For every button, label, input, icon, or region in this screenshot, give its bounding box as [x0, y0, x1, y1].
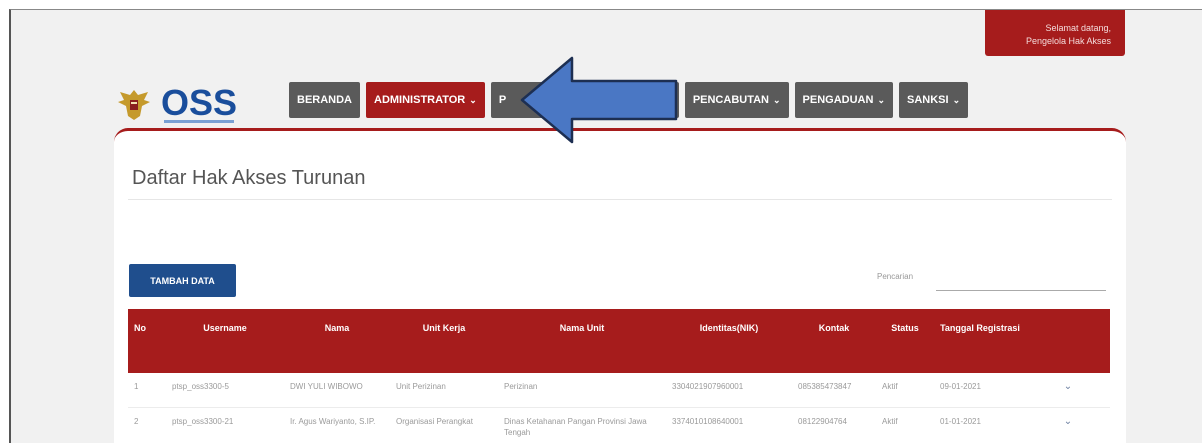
access-table: No Username Nama Unit Kerja Nama Unit Id…: [128, 309, 1110, 443]
expand-chevron-icon[interactable]: ⌄: [1026, 373, 1110, 408]
title-divider: [128, 199, 1112, 200]
nav-administrator[interactable]: ADMINISTRATOR ⌄: [366, 82, 485, 118]
greeting-line-2: Pengelola Hak Akses: [1025, 36, 1111, 46]
greeting-badge[interactable]: Selamat datang, Pengelola Hak Akses: [985, 10, 1125, 56]
cell-status: Aktif: [876, 407, 934, 443]
cell-status: Aktif: [876, 373, 934, 408]
page-title: Daftar Hak Akses Turunan: [132, 167, 366, 189]
table-row[interactable]: 2 ptsp_oss3300-21 Ir. Agus Wariyanto, S.…: [128, 407, 1110, 443]
garuda-emblem-icon: [118, 90, 150, 120]
add-data-button[interactable]: TAMBAH DATA: [129, 264, 236, 297]
cell-kontak: 085385473847: [792, 373, 876, 408]
expand-chevron-icon[interactable]: ⌄: [1026, 407, 1110, 443]
arrow-left-icon: [520, 56, 678, 144]
cell-no: 2: [128, 407, 166, 443]
cell-username: ptsp_oss3300-21: [166, 407, 284, 443]
nav-label: P: [498, 94, 507, 106]
search-label: Pencarian: [877, 272, 914, 281]
cell-nik: 3304021907960001: [666, 373, 792, 408]
cell-no: 1: [128, 373, 166, 408]
nav-label: PENCABUTAN: [692, 94, 769, 106]
cell-nik: 3374010108640001: [666, 407, 792, 443]
col-header-status[interactable]: Status: [876, 309, 934, 373]
browser-frame: Selamat datang, Pengelola Hak Akses OSS …: [9, 9, 1202, 443]
table-row[interactable]: 1 ptsp_oss3300-5 DWI YULI WIBOWO Unit Pe…: [128, 373, 1110, 408]
col-header-no[interactable]: No: [128, 309, 166, 373]
nav-pengaduan[interactable]: PENGADUAN ⌄: [794, 82, 893, 118]
nav-pencabutan[interactable]: PENCABUTAN ⌄: [684, 82, 789, 118]
col-header-unit-kerja[interactable]: Unit Kerja: [390, 309, 498, 373]
col-header-kontak[interactable]: Kontak: [792, 309, 876, 373]
nav-beranda[interactable]: BERANDA: [289, 82, 360, 118]
search-input[interactable]: [936, 262, 1106, 291]
col-header-action: [1026, 309, 1110, 373]
cell-nama-unit: Perizinan: [498, 373, 666, 408]
col-header-nik[interactable]: Identitas(NIK): [666, 309, 792, 373]
nav-label: ADMINISTRATOR: [374, 94, 466, 106]
col-header-nama[interactable]: Nama: [284, 309, 390, 373]
cell-unit-kerja: Organisasi Perangkat: [390, 407, 498, 443]
cell-username: ptsp_oss3300-5: [166, 373, 284, 408]
cell-tanggal: 09-01-2021: [934, 373, 1026, 408]
cell-nama: Ir. Agus Wariyanto, S.IP.: [284, 407, 390, 443]
content-card: Daftar Hak Akses Turunan TAMBAH DATA Pen…: [114, 128, 1126, 443]
nav-label: SANKSI: [907, 94, 949, 106]
oss-logo-tagline: [164, 120, 234, 123]
chevron-down-icon: ⌄: [773, 94, 781, 105]
cell-unit-kerja: Unit Perizinan: [390, 373, 498, 408]
cell-nama-unit: Dinas Ketahanan Pangan Provinsi Jawa Ten…: [498, 407, 666, 443]
greeting-line-1: Selamat datang,: [1045, 23, 1111, 33]
oss-logo[interactable]: OSS: [114, 80, 244, 130]
oss-logo-text: OSS: [161, 82, 238, 123]
col-header-nama-unit[interactable]: Nama Unit: [498, 309, 666, 373]
chevron-down-icon: ⌄: [952, 94, 961, 105]
nav-sanksi[interactable]: SANKSI ⌄: [899, 82, 969, 118]
table-header-row: No Username Nama Unit Kerja Nama Unit Id…: [128, 309, 1110, 373]
chevron-down-icon: ⌄: [469, 94, 477, 105]
cell-nama: DWI YULI WIBOWO: [284, 373, 390, 408]
cell-kontak: 08122904764: [792, 407, 876, 443]
col-header-tanggal-registrasi[interactable]: Tanggal Registrasi: [934, 309, 1026, 373]
cell-tanggal: 01-01-2021: [934, 407, 1026, 443]
nav-label: BERANDA: [297, 94, 352, 106]
nav-label: PENGADUAN: [802, 94, 874, 106]
col-header-username[interactable]: Username: [166, 309, 284, 373]
chevron-down-icon: ⌄: [877, 94, 885, 105]
